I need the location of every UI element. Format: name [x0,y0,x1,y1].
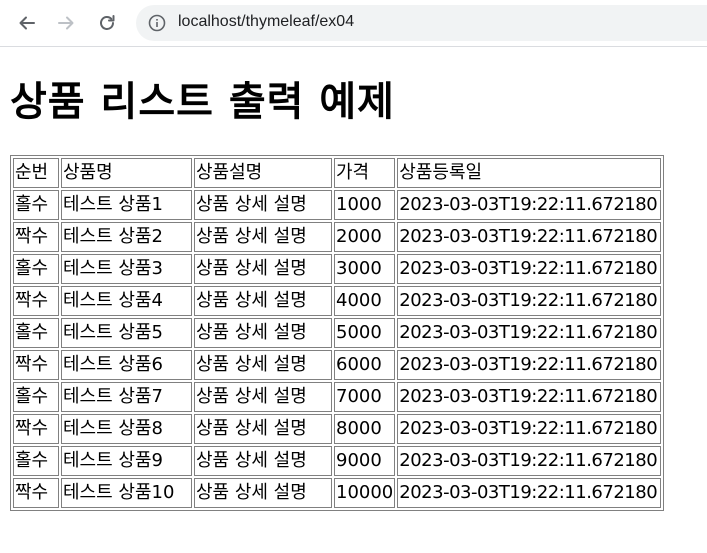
table-cell: 상품 상세 설명 [194,286,332,316]
table-cell: 2023-03-03T19:22:11.672180 [397,318,662,348]
table-cell: 테스트 상품9 [61,446,192,476]
back-button[interactable] [13,9,41,37]
arrow-left-icon [19,16,35,30]
table-cell: 상품 상세 설명 [194,254,332,284]
table-cell: 짝수 [13,222,59,252]
table-cell: 8000 [334,414,396,444]
header-cell: 상품설명 [194,158,332,188]
header-cell: 상품명 [61,158,192,188]
table-cell: 테스트 상품5 [61,318,192,348]
table-cell: 상품 상세 설명 [194,222,332,252]
table-cell: 테스트 상품2 [61,222,192,252]
header-cell: 상품등록일 [397,158,662,188]
table-cell: 상품 상세 설명 [194,446,332,476]
table-cell: 상품 상세 설명 [194,414,332,444]
table-cell: 테스트 상품6 [61,350,192,380]
table-cell: 테스트 상품4 [61,286,192,316]
table-cell: 테스트 상품7 [61,382,192,412]
table-cell: 짝수 [13,286,59,316]
table-cell: 2023-03-03T19:22:11.672180 [397,478,662,508]
table-cell: 2023-03-03T19:22:11.672180 [397,190,662,220]
table-row: 짝수 테스트 상품6 상품 상세 설명 6000 2023-03-03T19:2… [13,350,662,380]
table-row: 짝수 테스트 상품10 상품 상세 설명 10000 2023-03-03T19… [13,478,662,508]
info-icon[interactable] [148,14,166,32]
table-cell: 3000 [334,254,396,284]
table-cell: 상품 상세 설명 [194,318,332,348]
table-cell: 짝수 [13,414,59,444]
table-cell: 상품 상세 설명 [194,382,332,412]
table-cell: 짝수 [13,478,59,508]
table-cell: 홀수 [13,190,59,220]
table-row: 홀수 테스트 상품5 상품 상세 설명 5000 2023-03-03T19:2… [13,318,662,348]
table-row: 홀수 테스트 상품1 상품 상세 설명 1000 2023-03-03T19:2… [13,190,662,220]
table-row: 짝수 테스트 상품2 상품 상세 설명 2000 2023-03-03T19:2… [13,222,662,252]
reload-button[interactable] [93,9,121,37]
table-cell: 2023-03-03T19:22:11.672180 [397,350,662,380]
table-cell: 홀수 [13,318,59,348]
table-cell: 7000 [334,382,396,412]
table-cell: 짝수 [13,350,59,380]
url-text[interactable]: localhost/thymeleaf/ex04 [178,13,354,31]
table-cell: 6000 [334,350,396,380]
table-row: 홀수 테스트 상품7 상품 상세 설명 7000 2023-03-03T19:2… [13,382,662,412]
table-cell: 상품 상세 설명 [194,350,332,380]
reload-icon [100,15,115,30]
table-row: 짝수 테스트 상품4 상품 상세 설명 4000 2023-03-03T19:2… [13,286,662,316]
table-row: 짝수 테스트 상품8 상품 상세 설명 8000 2023-03-03T19:2… [13,414,662,444]
table-cell: 4000 [334,286,396,316]
forward-button[interactable] [52,9,80,37]
table-cell: 상품 상세 설명 [194,478,332,508]
table-cell: 상품 상세 설명 [194,190,332,220]
table-row: 홀수 테스트 상품3 상품 상세 설명 3000 2023-03-03T19:2… [13,254,662,284]
table-cell: 홀수 [13,254,59,284]
table-cell: 2023-03-03T19:22:11.672180 [397,382,662,412]
table-cell: 테스트 상품8 [61,414,192,444]
table-row: 홀수 테스트 상품9 상품 상세 설명 9000 2023-03-03T19:2… [13,446,662,476]
page-title: 상품 리스트 출력 예제 [10,79,395,125]
header-cell: 순번 [13,158,59,188]
table-cell: 홀수 [13,446,59,476]
table-cell: 10000 [334,478,396,508]
table-cell: 테스트 상품10 [61,478,192,508]
product-table: 순번 상품명 상품설명 가격 상품등록일 홀수 테스트 상품1 상품 상세 설명… [10,155,665,511]
table-cell: 2000 [334,222,396,252]
table-cell: 9000 [334,446,396,476]
table-cell: 테스트 상품3 [61,254,192,284]
header-cell: 가격 [334,158,396,188]
table-cell: 홀수 [13,382,59,412]
address-bar[interactable]: localhost/thymeleaf/ex04 [136,5,707,41]
arrow-right-icon [58,16,74,30]
table-cell: 2023-03-03T19:22:11.672180 [397,414,662,444]
table-cell: 2023-03-03T19:22:11.672180 [397,254,662,284]
table-cell: 5000 [334,318,396,348]
browser-toolbar: localhost/thymeleaf/ex04 [0,0,707,47]
table-cell: 2023-03-03T19:22:11.672180 [397,222,662,252]
table-cell: 1000 [334,190,396,220]
table-cell: 2023-03-03T19:22:11.672180 [397,286,662,316]
table-cell: 테스트 상품1 [61,190,192,220]
table-header-row: 순번 상품명 상품설명 가격 상품등록일 [13,158,662,188]
table-cell: 2023-03-03T19:22:11.672180 [397,446,662,476]
